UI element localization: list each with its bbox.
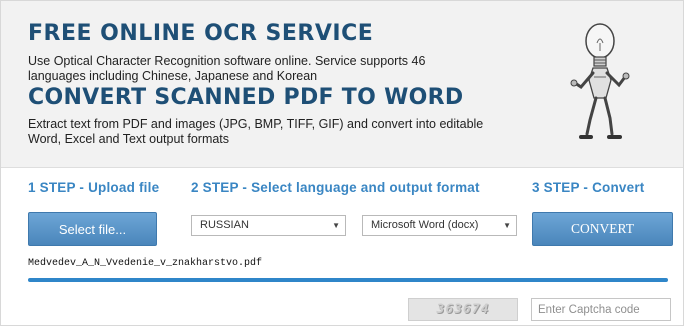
hero-banner: FREE ONLINE OCR SERVICE Use Optical Char… — [1, 1, 683, 168]
language-value: RUSSIAN — [200, 219, 249, 231]
convert-description: Extract text from PDF and images (JPG, B… — [28, 117, 484, 146]
service-description: Use Optical Character Recognition softwa… — [28, 54, 426, 83]
select-file-label: Select file... — [58, 221, 127, 237]
step-upload-label: 1 STEP - Upload file — [28, 180, 160, 195]
chevron-down-icon: ▼ — [503, 221, 511, 230]
format-value: Microsoft Word (docx) — [371, 219, 479, 231]
captcha-image: 363674 — [408, 298, 518, 321]
upload-progress-fill — [28, 278, 668, 282]
captcha-input[interactable] — [531, 298, 671, 321]
output-format-select[interactable]: Microsoft Word (docx) ▼ — [362, 215, 517, 236]
chevron-down-icon: ▼ — [332, 221, 340, 230]
uploaded-filename: Medvedev_A_N_Vvedenie_v_znakharstvo.pdf — [28, 258, 263, 269]
lightbulb-robot-icon — [570, 23, 630, 139]
language-select[interactable]: RUSSIAN ▼ — [191, 215, 346, 236]
step-convert-label: 3 STEP - Convert — [532, 180, 645, 195]
upload-progress-bar — [28, 278, 668, 282]
step-options-label: 2 STEP - Select language and output form… — [191, 180, 480, 195]
convert-label: CONVERT — [571, 221, 634, 236]
select-file-button[interactable]: Select file... — [28, 212, 157, 246]
convert-title: CONVERT SCANNED PDF TO WORD — [28, 85, 464, 110]
main-title: FREE ONLINE OCR SERVICE — [28, 21, 374, 46]
convert-button[interactable]: CONVERT — [532, 212, 673, 246]
